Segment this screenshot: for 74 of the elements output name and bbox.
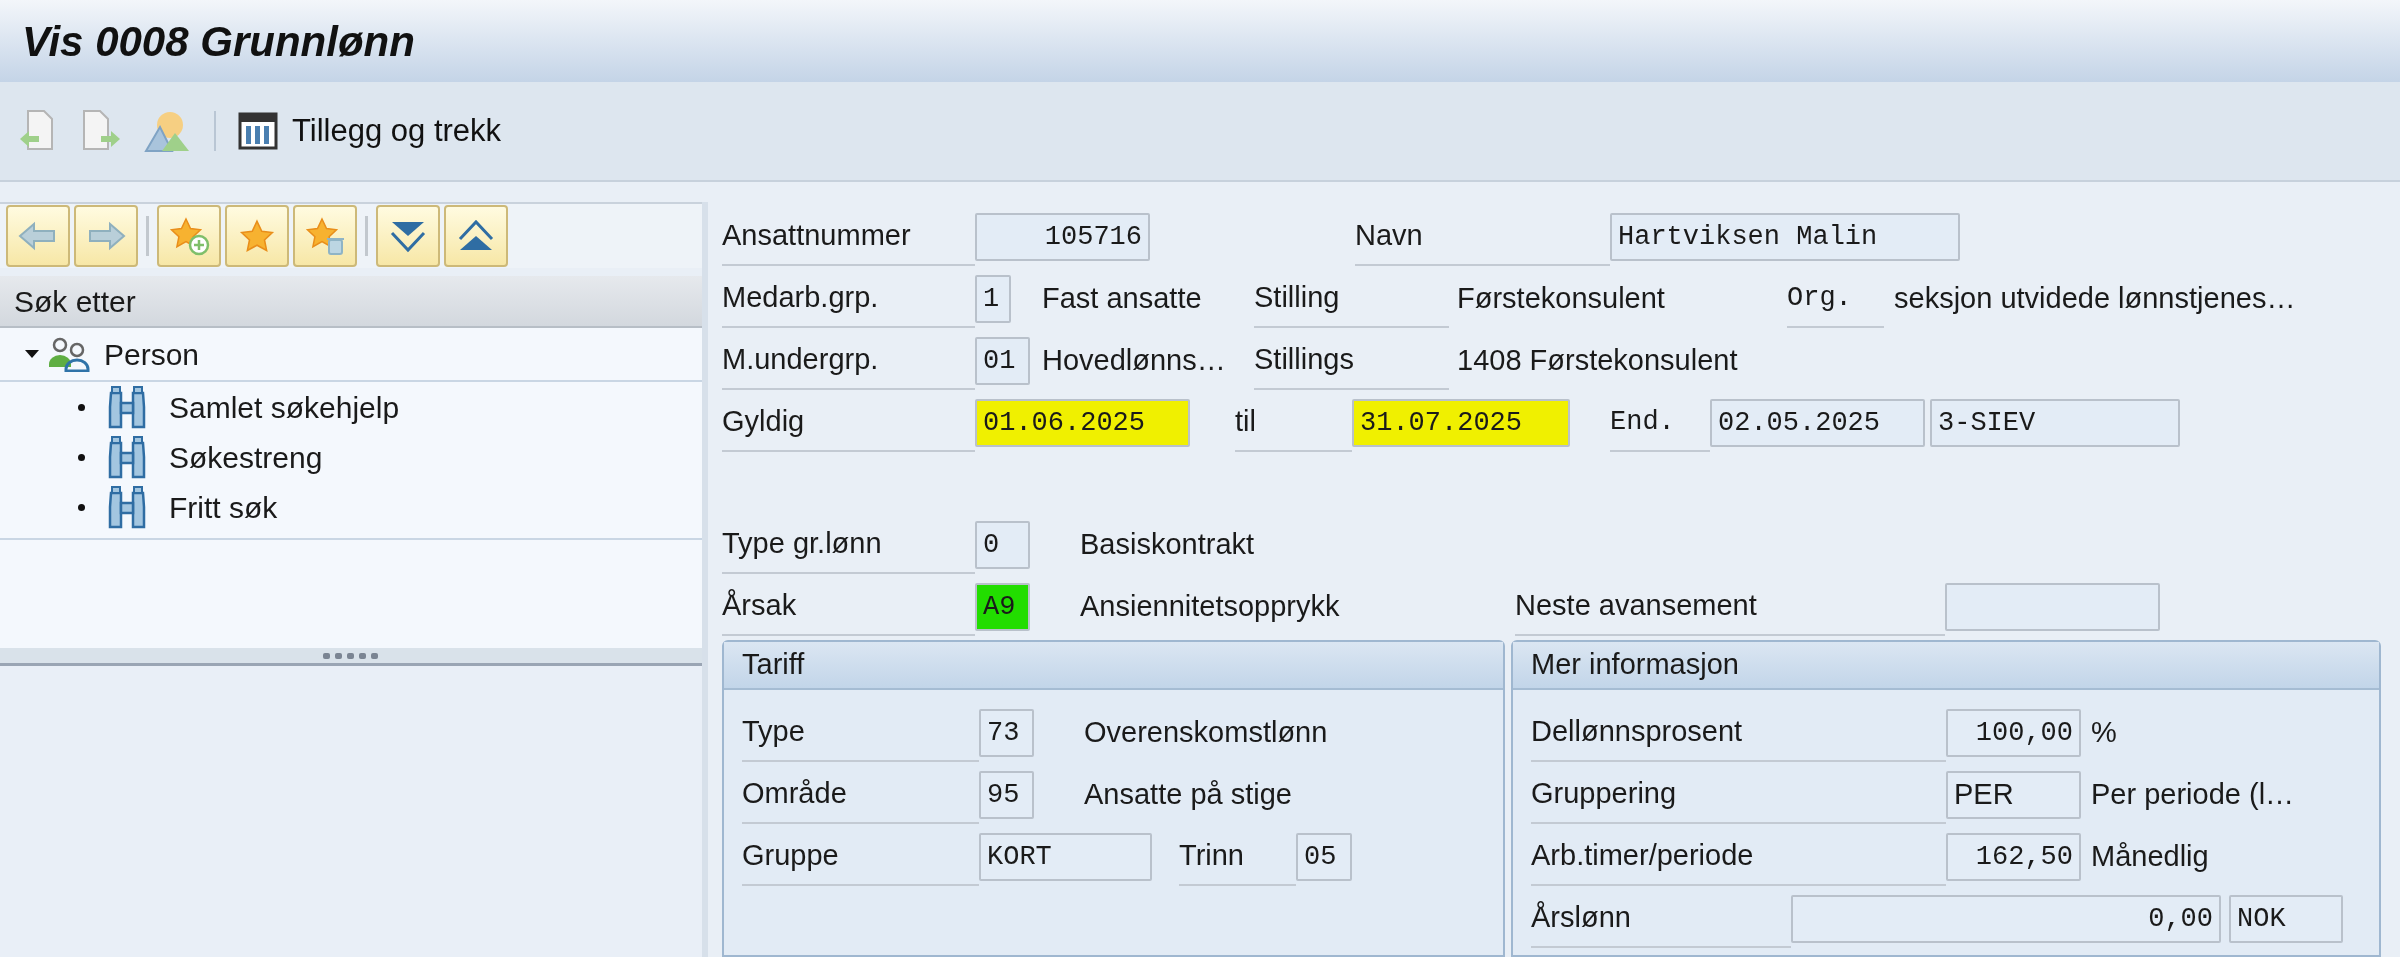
field-text: Fast ansatte [1042, 281, 1203, 317]
expand-all-button[interactable] [444, 205, 508, 267]
star-plus-icon [168, 216, 210, 256]
toolbar-button[interactable]: Tillegg og trekk [238, 107, 502, 155]
double-chevron-down-icon [389, 219, 427, 253]
field-text: Ansatte på stige [1084, 777, 1292, 813]
column-header: Søk etter [0, 276, 702, 328]
input-field[interactable]: 01 [975, 337, 1030, 385]
input-field[interactable]: PER [1946, 771, 2081, 819]
tree-item[interactable]: Søkestreng [169, 434, 323, 480]
field-label: Neste avansement [1515, 578, 1945, 636]
input-field[interactable]: 02.05.2025 [1710, 399, 1925, 447]
field-label: Org. [1787, 270, 1884, 328]
binoculars-icon [107, 485, 147, 529]
group-title: Tariff [724, 642, 1503, 690]
input-field[interactable]: 0 [975, 521, 1030, 569]
input-field[interactable]: 0,00 [1791, 895, 2221, 943]
field-label: Arb.timer/periode [1531, 828, 1946, 886]
field-label: Gruppering [1531, 766, 1946, 824]
right-arrow-icon [86, 221, 126, 251]
input-field[interactable]: 1 [975, 275, 1011, 323]
input-field[interactable]: 95 [979, 771, 1034, 819]
field-text: Per periode (l… [2091, 777, 2295, 813]
input-field[interactable]: A9 [975, 583, 1030, 631]
input-field[interactable]: Hartviksen Malin [1610, 213, 1960, 261]
splitter[interactable] [0, 648, 702, 666]
add-favorite-button[interactable] [157, 205, 221, 267]
tree-item[interactable]: Person [104, 331, 200, 377]
input-field[interactable] [1945, 583, 2160, 631]
bullet-icon [78, 503, 85, 511]
forward-button[interactable] [74, 205, 138, 267]
bullet-icon [78, 453, 85, 461]
field-label: Dellønnsprosent [1531, 704, 1946, 762]
binoculars-icon [107, 385, 147, 429]
input-field[interactable]: 31.07.2025 [1352, 399, 1570, 447]
field-text: Månedlig [2091, 839, 2209, 875]
input-field[interactable]: NOK [2229, 895, 2343, 943]
input-field[interactable]: 05 [1296, 833, 1352, 881]
people-icon [48, 336, 92, 372]
document-forward-icon[interactable] [80, 109, 122, 153]
bullet-icon [78, 403, 85, 411]
input-field[interactable]: 73 [979, 709, 1034, 757]
field-text: % [2091, 715, 2117, 751]
left-arrow-icon [18, 221, 58, 251]
group-title: Mer informasjon [1513, 642, 2379, 690]
collapse-all-button[interactable] [376, 205, 440, 267]
tree-item[interactable]: Samlet søkehjelp [169, 384, 400, 430]
star-icon [238, 218, 276, 254]
grip-icon [323, 651, 379, 660]
field-text: Førstekonsulent [1457, 281, 1666, 317]
input-field[interactable]: KORT [979, 833, 1152, 881]
input-field[interactable]: 105716 [975, 213, 1150, 261]
field-text: Overenskomstlønn [1084, 715, 1328, 751]
input-field[interactable]: 01.06.2025 [975, 399, 1190, 447]
field-text: seksjon utvidede lønnstjenes… [1894, 281, 2296, 317]
field-text: Ansiennitetsopprykk [1080, 589, 1341, 625]
star-trash-icon [304, 216, 346, 256]
input-field[interactable]: 3-SIEV [1930, 399, 2180, 447]
window-title: Vis 0008 Grunnlønn [22, 16, 415, 67]
field-label: Stillings [1254, 332, 1449, 390]
input-field[interactable]: 100,00 [1946, 709, 2081, 757]
delete-favorite-button[interactable] [293, 205, 357, 267]
field-text: Hovedlønns… [1042, 343, 1224, 379]
table-columns-icon [238, 112, 278, 150]
back-button[interactable] [6, 205, 70, 267]
field-text: 1408 Førstekonsulent [1457, 343, 1738, 379]
double-chevron-up-icon [457, 219, 495, 253]
input-field[interactable]: 162,50 [1946, 833, 2081, 881]
field-text: Basiskontrakt [1080, 527, 1255, 563]
field-label: Stilling [1254, 270, 1449, 328]
favorite-button[interactable] [225, 205, 289, 267]
tree-item[interactable]: Fritt søk [169, 484, 278, 530]
binoculars-icon [107, 435, 147, 479]
mountain-icon[interactable] [144, 109, 192, 153]
